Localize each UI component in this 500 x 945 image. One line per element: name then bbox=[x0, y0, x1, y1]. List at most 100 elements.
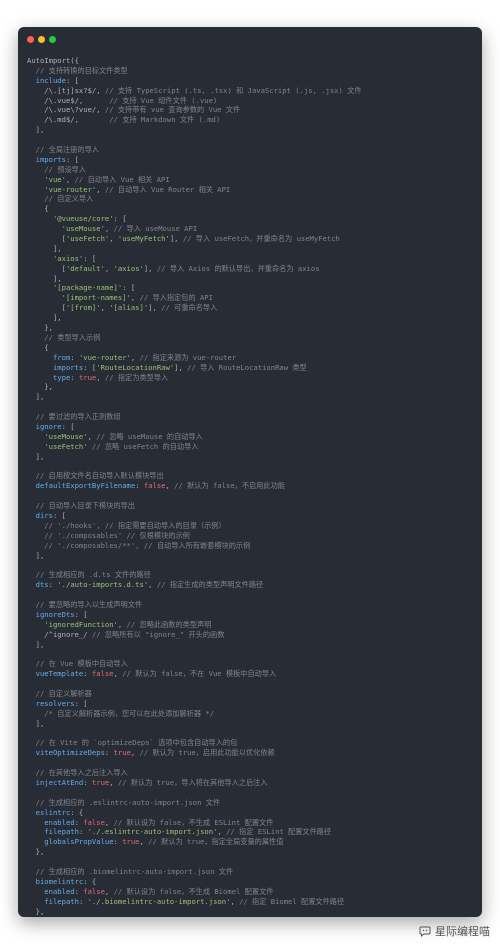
code-token: // 默认为 true，导入将在其他导入之后注入 bbox=[117, 778, 268, 788]
code-token: // 全局注册的导入 bbox=[27, 145, 99, 155]
code-token: // 生成相应的 .eslintrc-auto-import.json 文件 bbox=[27, 797, 221, 807]
code-token: , bbox=[130, 352, 140, 362]
code-token: // 在 Vite 的 `optimizeDeps` 选项中包含自动导入的包 bbox=[27, 738, 238, 748]
code-line: '@vueuse/core': [ bbox=[27, 214, 478, 224]
code-token: /\.md$/, bbox=[27, 115, 110, 125]
code-token: // 默认为 false，不在 Vue 模板中自动导入 bbox=[122, 669, 277, 679]
code-token: vueTemplate bbox=[27, 669, 84, 679]
code-line: { bbox=[27, 204, 478, 214]
code-line: ], bbox=[27, 452, 478, 462]
code-token: , bbox=[148, 580, 157, 590]
code-token: }, bbox=[27, 847, 45, 857]
code-token: '@vueuse/core' bbox=[27, 214, 114, 224]
code-line: ], bbox=[27, 719, 478, 729]
code-token: ], bbox=[143, 263, 157, 273]
code-token: // 默认为 true，指定全局变量的属性值 bbox=[148, 837, 284, 847]
close-window-dot-icon[interactable] bbox=[27, 36, 34, 43]
minimize-window-dot-icon[interactable] bbox=[38, 36, 45, 43]
code-token: ignore bbox=[27, 421, 62, 431]
code-line: enabled: false, // 默认设为 false，不生成 Biomel… bbox=[27, 887, 478, 897]
code-line: eslintrc: { bbox=[27, 808, 478, 818]
watermark-text: 星际编程喵 bbox=[435, 925, 490, 938]
code-line: vueTemplate: false, // 默认为 false，不在 Vue … bbox=[27, 669, 478, 679]
code-token: // 自定义导入 bbox=[27, 194, 94, 204]
code-line: 'useFetch' // 忽略 useFetch 的自动导入 bbox=[27, 442, 478, 452]
code-token: ], bbox=[27, 125, 45, 135]
chat-bubble-icon bbox=[419, 926, 431, 937]
code-line: // 要忽略的导入以生成声明文件 bbox=[27, 600, 478, 610]
code-token: // 默认为 false，不启用此功能 bbox=[174, 481, 285, 491]
code-line: 'vue', // 自动导入 Vue 相关 API bbox=[27, 175, 478, 185]
code-token: '[from]' bbox=[65, 303, 101, 313]
code-token: , bbox=[130, 293, 140, 303]
code-token: './.eslintrc-auto-import.json' bbox=[87, 827, 218, 837]
code-token: : bbox=[70, 372, 79, 382]
code-token: 'axios' bbox=[27, 253, 84, 263]
code-line: // 预设导入 bbox=[27, 165, 478, 175]
code-token: : bbox=[135, 481, 144, 491]
code-token: '[import-names]' bbox=[27, 293, 131, 303]
code-line: '[import-names]', // 导入指定包的 API bbox=[27, 293, 478, 303]
code-line: /* 自定义解析器示例，您可以在此处添加解析器 */ bbox=[27, 709, 478, 719]
code-token: // 默认设为 false，不生成 ESLint 配置文件 bbox=[113, 817, 274, 827]
code-line: /\.vue\?vue/, // 支持带有 vue 查询参数的 Vue 文件 bbox=[27, 105, 478, 115]
code-token: [ bbox=[27, 234, 66, 244]
code-token: /^ignore_/ bbox=[27, 629, 92, 639]
code-line: ], bbox=[27, 244, 478, 254]
code-token: true bbox=[91, 778, 110, 788]
code-token: // 生成相应的 .d.ts 文件的路径 bbox=[27, 570, 151, 580]
code-token: , bbox=[96, 372, 105, 382]
code-line: // 在 Vue 模板中自动导入 bbox=[27, 659, 478, 669]
code-line: imports: [ bbox=[27, 155, 478, 165]
code-line: }); bbox=[27, 916, 478, 917]
code-token: ], bbox=[27, 273, 62, 283]
code-token: filepath bbox=[27, 896, 79, 906]
code-token: , bbox=[139, 837, 149, 847]
code-line: viteOptimizeDeps: true, // 默认为 true，启用此功… bbox=[27, 748, 478, 758]
code-token: eslintrc bbox=[27, 807, 71, 817]
code-line: filepath: './.eslintrc-auto-import.json'… bbox=[27, 827, 478, 837]
code-block[interactable]: AutoImport({ // 支持转换的目标文件类型 include: [ /… bbox=[27, 56, 478, 917]
watermark: 星际编程喵 bbox=[419, 923, 490, 939]
code-token: // 指定 Biomel 配置文件路径 bbox=[239, 896, 345, 906]
code-token: // 类型导入示例 bbox=[27, 332, 101, 342]
code-line: /^ignore_/ // 忽略所有以 "ignore_" 开头的函数 bbox=[27, 630, 478, 640]
code-token: // 启用按文件名自动导入默认模块导出 bbox=[27, 471, 164, 481]
code-token: // 预设导入 bbox=[27, 164, 87, 174]
code-token: resolvers bbox=[27, 698, 75, 708]
code-token: : { bbox=[83, 876, 97, 886]
maximize-window-dot-icon[interactable] bbox=[49, 36, 56, 43]
code-token: 'useFetch' bbox=[27, 441, 88, 451]
code-token: // './composables/**', // 自动导入所有嵌套模块的示例 bbox=[27, 540, 251, 550]
code-line: // 全局注册的导入 bbox=[27, 145, 478, 155]
code-line: globalsPropValue: true, // 默认为 true，指定全局… bbox=[27, 837, 478, 847]
code-token: 'vue-router' bbox=[78, 352, 131, 362]
code-token: , bbox=[104, 817, 114, 827]
code-line: // 要过滤的导入正则数组 bbox=[27, 412, 478, 422]
code-token: , bbox=[130, 748, 140, 758]
code-token: dirs bbox=[27, 510, 53, 520]
code-token: './.biomelintrc-auto-import.json' bbox=[87, 896, 231, 906]
code-line: 'axios': [ bbox=[27, 254, 478, 264]
code-token: // 支持带有 vue 查询参数的 Vue 文件 bbox=[104, 105, 241, 115]
code-line: // './hooks', // 指定需要自动导入的目录（示例） bbox=[27, 521, 478, 531]
code-token: // 在 Vue 模板中自动导入 bbox=[27, 659, 128, 669]
code-token: ], bbox=[174, 362, 188, 372]
code-line: resolvers: [ bbox=[27, 699, 478, 709]
code-token: ], bbox=[27, 392, 45, 402]
code-line: }, bbox=[27, 847, 478, 857]
code-token: true bbox=[113, 748, 131, 758]
code-token: ], bbox=[27, 718, 45, 728]
code-line: 'useMouse', // 忽略 useMouse 的自动导入 bbox=[27, 432, 478, 442]
code-token: , bbox=[230, 896, 240, 906]
code-token: enabled bbox=[27, 886, 75, 896]
code-token: // './composables' // 仅根模块的示例 bbox=[27, 530, 190, 540]
code-token: }); bbox=[27, 916, 40, 917]
code-token: '[package-name]' bbox=[52, 283, 123, 293]
code-token: filepath bbox=[27, 827, 79, 837]
code-line: // 自定义解析器 bbox=[27, 689, 478, 699]
code-token: 'default' bbox=[65, 263, 105, 273]
